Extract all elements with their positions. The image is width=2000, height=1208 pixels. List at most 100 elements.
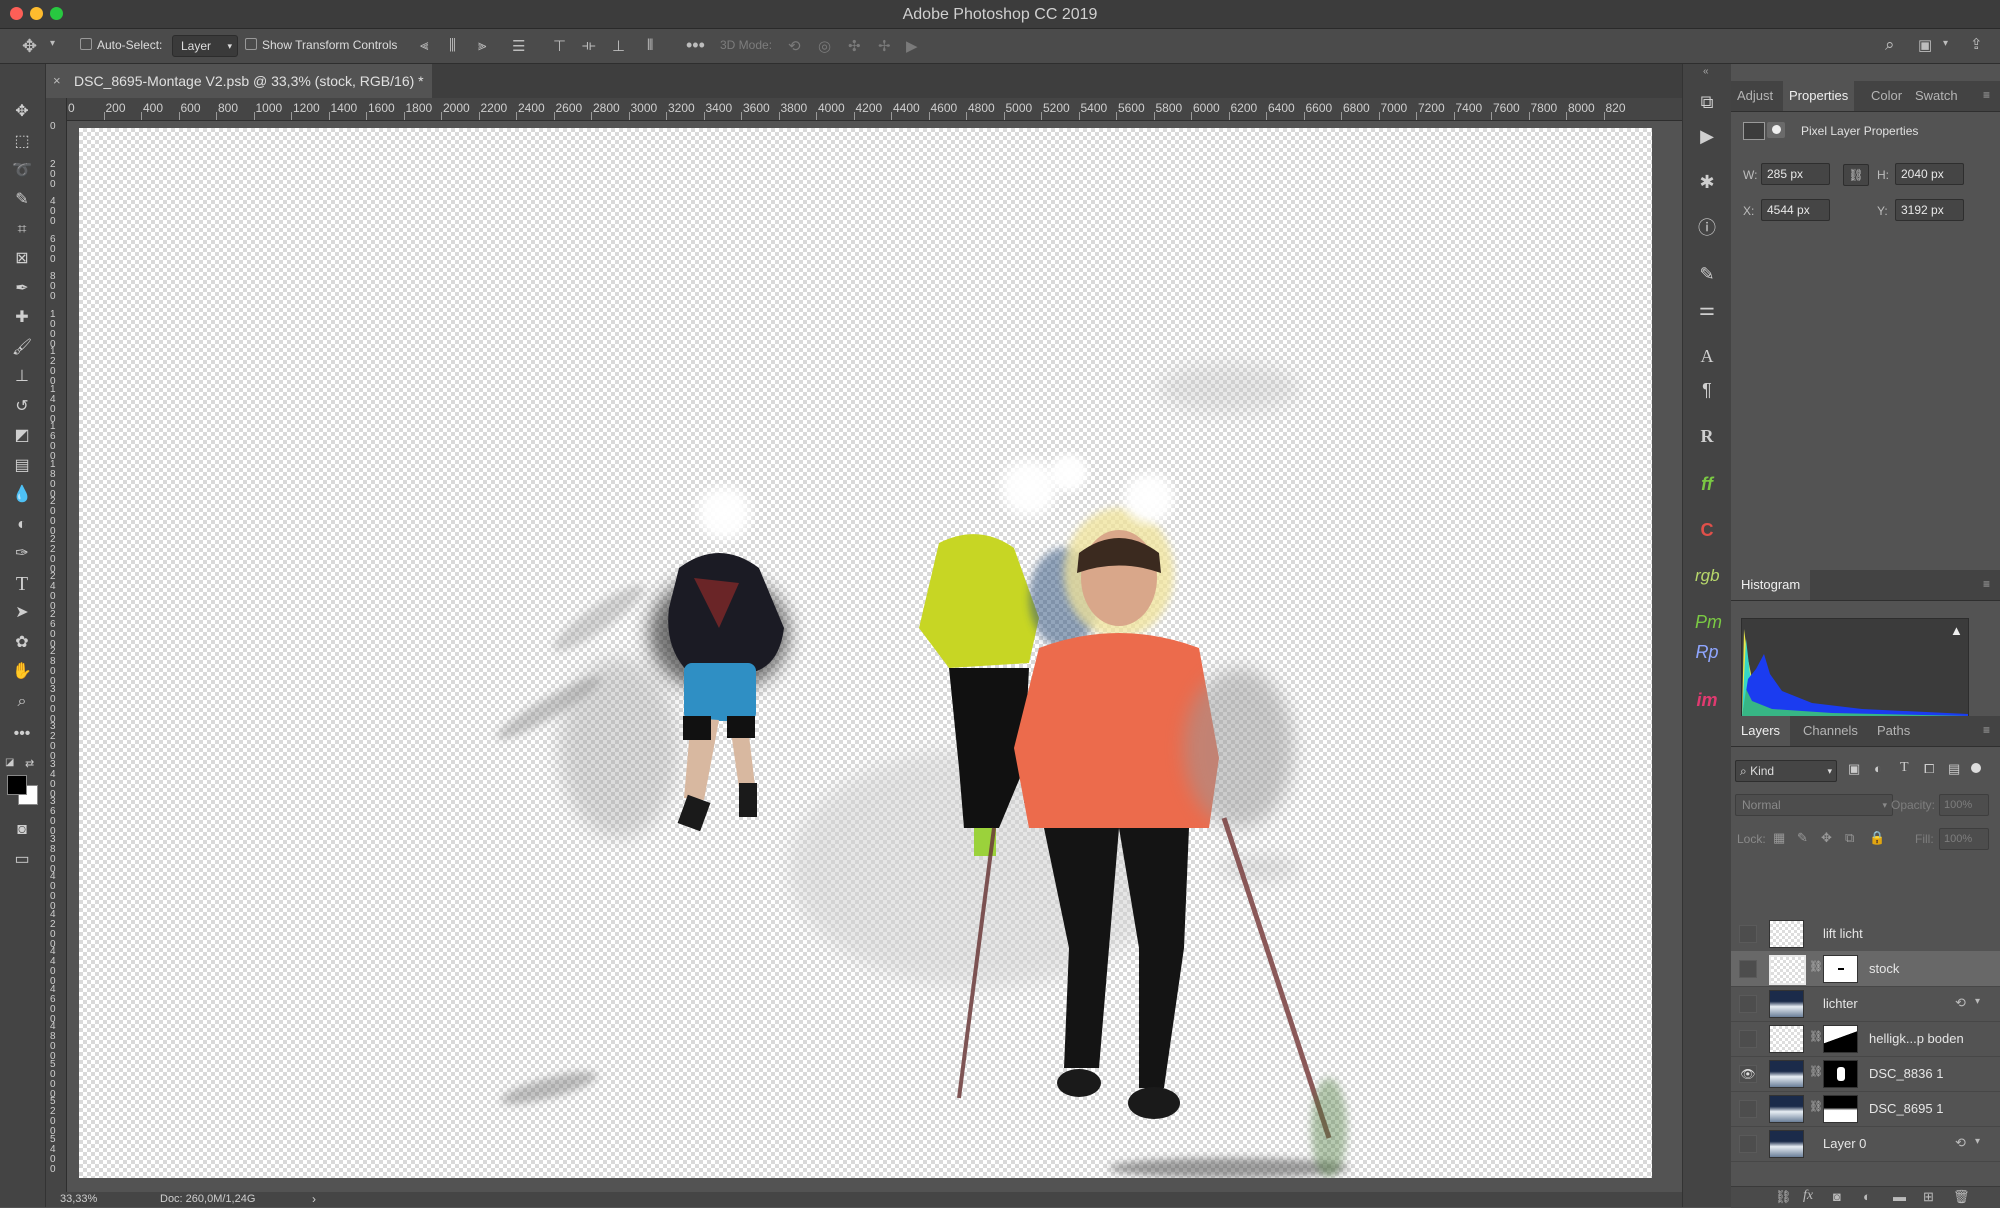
filter-shape-icon[interactable]: ⧠	[1924, 761, 1934, 777]
actions-panel-icon[interactable]: ▶	[1695, 124, 1719, 148]
panel-menu-icon[interactable]: ≡	[1983, 577, 1990, 591]
filter-pixel-icon[interactable]: ▣	[1848, 761, 1860, 777]
visibility-toggle-icon[interactable]	[1739, 1135, 1757, 1153]
history-brush-tool-icon[interactable]: ↺	[10, 395, 34, 419]
layer-name[interactable]: lift licht	[1823, 926, 1863, 941]
layer-name[interactable]: lichter	[1823, 996, 1858, 1011]
history-panel-icon[interactable]: ⧉	[1695, 90, 1719, 114]
layer-mask-thumbnail[interactable]	[1823, 1060, 1858, 1088]
tab-histogram[interactable]: Histogram	[1731, 570, 1811, 600]
link-dimensions-icon[interactable]: ⛓	[1843, 164, 1869, 186]
align-bottom-icon[interactable]: ⊥	[612, 37, 625, 55]
panel-menu-icon[interactable]: ≡	[1983, 88, 1990, 102]
align-center-horizontal-icon[interactable]: ⫼	[449, 37, 456, 54]
workspace-chevron-icon[interactable]: ▾	[1943, 38, 1948, 49]
3d-roll-icon[interactable]: ◎	[818, 37, 831, 55]
brush-tool-icon[interactable]: 🖌	[10, 336, 34, 360]
layer-mask-icon[interactable]	[1767, 122, 1785, 138]
layer-row[interactable]: ⛓ stock	[1731, 951, 2000, 987]
im-plugin-icon[interactable]: im	[1695, 688, 1719, 712]
delete-layer-icon[interactable]: 🗑	[1953, 1189, 1970, 1205]
lasso-tool-icon[interactable]: ➰	[10, 159, 34, 183]
tab-channels[interactable]: Channels	[1793, 716, 1868, 746]
tab-paths[interactable]: Paths	[1867, 716, 1920, 746]
filter-smart-object-icon[interactable]: ▤	[1948, 761, 1960, 777]
visibility-toggle-icon[interactable]	[1739, 1100, 1757, 1118]
rgb-plugin-icon[interactable]: rgb	[1695, 564, 1720, 588]
layer-mask-thumbnail[interactable]	[1823, 1025, 1858, 1053]
y-field[interactable]: 3192 px	[1895, 199, 1964, 221]
crop-tool-icon[interactable]: ⌗	[10, 218, 34, 242]
search-icon[interactable]: ⌕	[1885, 35, 1895, 55]
filter-toggle-icon[interactable]	[1971, 763, 1981, 773]
distribute-horizontal-icon[interactable]: ⫴	[647, 37, 653, 54]
swap-colors-icon[interactable]: ⇄	[25, 757, 34, 770]
tool-preset-chevron-icon[interactable]: ▾	[50, 38, 55, 49]
layer-row[interactable]: ⛓ helligk...p boden	[1731, 1021, 2000, 1057]
3d-orbit-icon[interactable]: ⟲	[788, 37, 801, 55]
align-middle-vertical-icon[interactable]: ⟛	[582, 37, 596, 54]
brushes-panel-icon[interactable]: ✎	[1695, 262, 1719, 286]
layer-style-icon[interactable]: fx	[1803, 1188, 1813, 1204]
distribute-vertical-icon[interactable]: ☰	[512, 37, 525, 55]
more-options-icon[interactable]: •••	[686, 35, 705, 56]
mask-link-icon[interactable]: ⛓	[1809, 1065, 1823, 1078]
pm-plugin-icon[interactable]: Pm	[1695, 610, 1722, 634]
layer-name[interactable]: stock	[1869, 961, 1899, 976]
move-tool-icon[interactable]: ✥	[22, 36, 37, 57]
layer-mask-thumbnail[interactable]	[1823, 955, 1858, 983]
healing-brush-tool-icon[interactable]: ✚	[10, 306, 34, 330]
collapse-panels-icon[interactable]: «	[1703, 66, 1709, 77]
visibility-toggle-icon[interactable]	[1739, 1030, 1757, 1048]
layer-row[interactable]: 👁 ⛓ DSC_8836 1	[1731, 1056, 2000, 1092]
foreground-color-swatch[interactable]	[7, 775, 27, 795]
filter-adjustment-icon[interactable]: ◐	[1874, 761, 1882, 776]
mask-link-icon[interactable]: ⛓	[1809, 1030, 1823, 1043]
3d-pan-icon[interactable]: ✣	[848, 37, 861, 55]
type-tool-icon[interactable]: T	[10, 572, 34, 596]
workspace-icon[interactable]: ▣	[1918, 36, 1932, 54]
add-mask-icon[interactable]: ◙	[1833, 1189, 1841, 1204]
align-left-icon[interactable]: ⫷	[420, 37, 428, 54]
blend-mode-dropdown[interactable]: Normal ▾	[1735, 794, 1893, 816]
width-field[interactable]: 285 px	[1761, 163, 1830, 185]
tab-properties[interactable]: Properties	[1783, 81, 1855, 111]
layer-filter-dropdown[interactable]: ⌕ Kind ▾	[1735, 760, 1837, 782]
clone-stamp-tool-icon[interactable]: ⊥	[10, 365, 34, 389]
layer-name[interactable]: Layer 0	[1823, 1136, 1866, 1151]
quick-selection-tool-icon[interactable]: ✎	[10, 188, 34, 212]
lock-image-pixels-icon[interactable]: ✎	[1797, 830, 1808, 846]
auto-select-checkbox[interactable]: Auto-Select:	[80, 38, 162, 52]
retouch-pro-plugin-icon[interactable]: R	[1695, 424, 1719, 448]
fill-field[interactable]: 100%	[1939, 828, 1989, 850]
path-selection-tool-icon[interactable]: ➤	[10, 601, 34, 625]
lock-all-icon[interactable]: 🔒	[1869, 830, 1885, 846]
dodge-tool-icon[interactable]: ◐	[10, 513, 34, 537]
eraser-tool-icon[interactable]: ◩	[10, 424, 34, 448]
layer-row[interactable]: lift licht	[1731, 916, 2000, 952]
smart-filter-icon[interactable]: ⟲	[1955, 1135, 1966, 1151]
new-layer-icon[interactable]: ⊞	[1923, 1189, 1934, 1205]
brush-settings-panel-icon[interactable]: ✱	[1695, 170, 1719, 194]
layer-name[interactable]: DSC_8836 1	[1869, 1066, 1943, 1081]
mask-link-icon[interactable]: ⛓	[1809, 960, 1823, 973]
rp-plugin-icon[interactable]: Rp	[1695, 640, 1719, 664]
custom-shape-tool-icon[interactable]: ✿	[10, 631, 34, 655]
lock-artboard-icon[interactable]: ⧉	[1845, 830, 1854, 846]
zoom-tool-icon[interactable]: ⌕	[10, 690, 34, 714]
tab-color[interactable]: Color	[1865, 81, 1908, 111]
visibility-toggle-icon[interactable]	[1739, 960, 1757, 978]
layer-row[interactable]: Layer 0 ⟲ ▾	[1731, 1126, 2000, 1162]
expand-chevron-icon[interactable]: ▾	[1975, 996, 1980, 1007]
layer-row[interactable]: ⛓ DSC_8695 1	[1731, 1091, 2000, 1127]
character-panel-icon[interactable]: A	[1695, 344, 1719, 368]
zoom-level[interactable]: 33,33%	[60, 1193, 97, 1205]
ruler-horizontal[interactable]: 0 200 400 600 800 1000 1200 1400 1600 1800 2000 220…	[66, 98, 1682, 121]
tab-adjust[interactable]: Adjust	[1731, 81, 1779, 111]
lock-position-icon[interactable]: ✥	[1821, 830, 1832, 846]
frame-tool-icon[interactable]: ⊠	[10, 247, 34, 271]
quick-mask-icon[interactable]: ◙	[10, 818, 34, 842]
ff-plugin-icon[interactable]: ff	[1695, 472, 1719, 496]
eyedropper-tool-icon[interactable]: ✒	[10, 277, 34, 301]
smart-filter-icon[interactable]: ⟲	[1955, 995, 1966, 1011]
